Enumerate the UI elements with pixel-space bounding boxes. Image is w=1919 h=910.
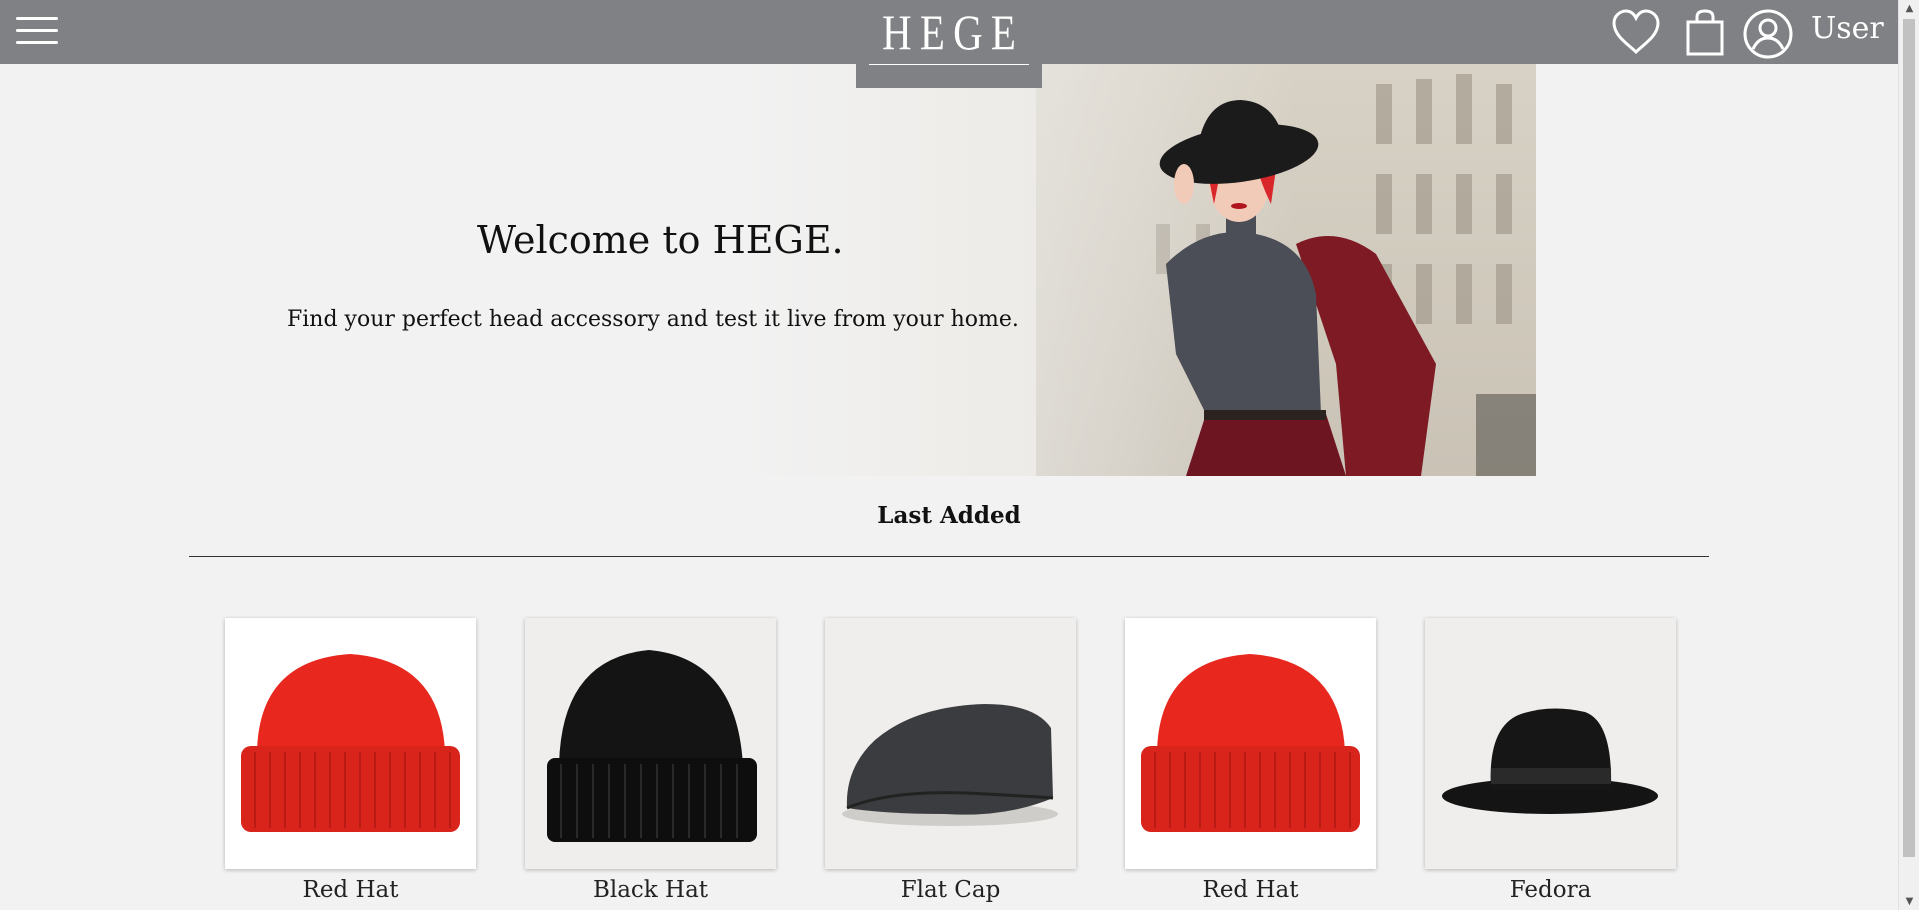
scroll-up-arrow-icon[interactable]: ▲ xyxy=(1899,0,1919,17)
product-name[interactable]: Flat Cap xyxy=(825,877,1076,903)
hero-subtitle: Find your perfect head accessory and tes… xyxy=(287,307,1019,332)
page: User HEGE Welcome to HEGE. Find your per… xyxy=(0,0,1919,910)
product-name[interactable]: Red Hat xyxy=(1125,877,1376,903)
product-name[interactable]: Black Hat xyxy=(525,877,776,903)
logo[interactable]: HEGE xyxy=(856,0,1042,88)
product-image[interactable] xyxy=(1425,618,1676,869)
product-card[interactable]: Fedora xyxy=(1425,618,1676,903)
heart-icon[interactable] xyxy=(1610,8,1662,56)
section-title: Last Added xyxy=(877,502,1021,529)
product-name[interactable]: Fedora xyxy=(1425,877,1676,903)
product-image[interactable] xyxy=(525,618,776,869)
product-card[interactable]: Flat Cap xyxy=(825,618,1076,903)
hero-image xyxy=(736,64,1536,476)
product-image[interactable] xyxy=(1125,618,1376,869)
shopping-bag-icon[interactable] xyxy=(1684,8,1726,58)
product-name[interactable]: Red Hat xyxy=(225,877,476,903)
logo-underline xyxy=(869,64,1029,65)
user-circle-icon[interactable] xyxy=(1742,8,1794,60)
vertical-scrollbar[interactable]: ▲ ▼ xyxy=(1898,0,1919,910)
product-image[interactable] xyxy=(825,618,1076,869)
product-image[interactable] xyxy=(225,618,476,869)
section-divider xyxy=(189,556,1709,557)
user-menu-label[interactable]: User xyxy=(1811,11,1884,46)
product-card[interactable]: Red Hat xyxy=(1125,618,1376,903)
scroll-down-arrow-icon[interactable]: ▼ xyxy=(1899,893,1919,910)
product-card[interactable]: Black Hat xyxy=(525,618,776,903)
logo-text: HEGE xyxy=(882,4,1025,60)
product-card[interactable]: Red Hat xyxy=(225,618,476,903)
hero-title: Welcome to HEGE. xyxy=(477,218,844,262)
menu-icon[interactable] xyxy=(14,12,60,52)
scrollbar-thumb[interactable] xyxy=(1903,19,1915,857)
